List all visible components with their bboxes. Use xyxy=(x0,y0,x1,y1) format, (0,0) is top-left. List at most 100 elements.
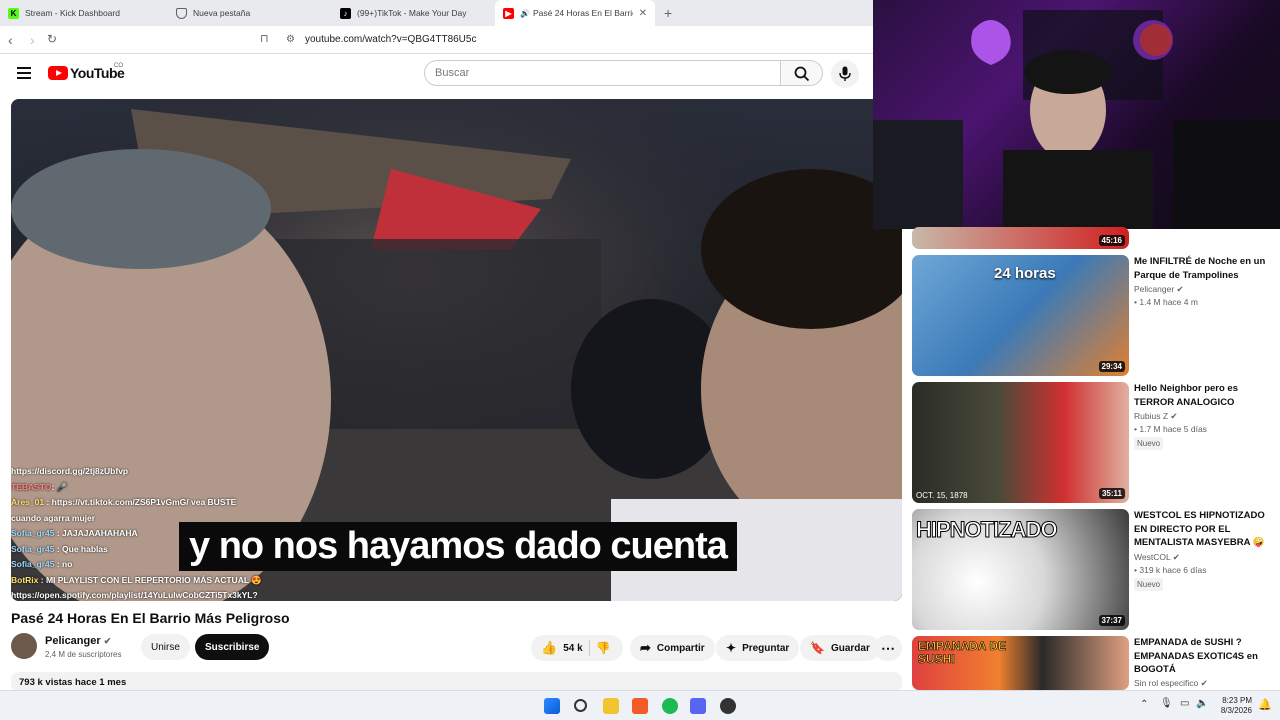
tab-title: Nueva pestaña xyxy=(193,8,251,18)
forward-icon[interactable]: › xyxy=(30,32,35,48)
more-actions-button[interactable]: ⋯ xyxy=(874,635,902,661)
reload-icon[interactable]: ↻ xyxy=(47,32,57,46)
site-info-icon[interactable]: ⚙ xyxy=(286,34,295,45)
related-video[interactable]: HIPNOTIZADO 37:37 WESTCOL ES HIPNOTIZADO… xyxy=(912,509,1274,631)
chevron-up-icon[interactable]: ⌃ xyxy=(1140,699,1148,710)
like-dislike-group: 👍 54 k 👎 xyxy=(531,635,623,661)
new-tab-button[interactable]: + xyxy=(664,5,672,21)
spotify-icon[interactable] xyxy=(662,698,678,714)
thumbnail-text: HIPNOTIZADO xyxy=(916,517,1059,543)
system-clock[interactable]: 8:23 PM 8/3/2026 xyxy=(1210,696,1252,716)
youtube-icon: ▶ xyxy=(503,7,514,19)
subscribe-button[interactable]: Suscribirse xyxy=(195,634,270,660)
like-button[interactable]: 👍 54 k xyxy=(541,640,583,656)
country-code: CO xyxy=(114,63,123,69)
live-icon: • xyxy=(1134,297,1137,307)
microphone-icon xyxy=(839,66,851,81)
search-input[interactable]: Buscar xyxy=(424,60,781,86)
discord-icon[interactable] xyxy=(690,698,706,714)
join-button[interactable]: Unirse xyxy=(141,634,190,660)
chat-line: https://discord.gg/2tj8zUbfvp xyxy=(11,466,129,476)
ask-button[interactable]: ✦ Preguntar xyxy=(716,635,800,661)
related-meta: • 1.4 M hace 4 m xyxy=(1134,297,1198,307)
tab-youtube-active[interactable]: ▶ 🔊 Pasé 24 Horas En El Barrio M ✕ xyxy=(495,0,655,26)
thumbs-down-icon: 👎 xyxy=(595,641,611,655)
back-icon[interactable]: ‹ xyxy=(8,32,13,48)
search-icon[interactable] xyxy=(574,699,587,712)
webcam-scene xyxy=(873,10,1280,229)
related-meta: • 1.7 M hace 5 días xyxy=(1134,424,1207,434)
network-icon[interactable]: ▭ xyxy=(1180,698,1189,709)
related-video[interactable]: 24 horas 29:34 Me INFILTRÉ de Noche en u… xyxy=(912,255,1274,377)
shield-icon xyxy=(176,7,187,19)
live-icon: • xyxy=(1134,565,1137,575)
kick-icon: K xyxy=(8,7,19,19)
microphone-icon[interactable]: 🎙 xyxy=(1160,698,1173,709)
verified-icon: ✔ xyxy=(1172,552,1180,562)
chat-line: Ares_01 : https://vt.tiktok.com/ZS6P1vGm… xyxy=(11,497,237,507)
tiktok-icon: ♪ xyxy=(340,7,351,19)
brave-browser-icon[interactable] xyxy=(632,698,648,714)
tab-kick-dashboard[interactable]: K Stream - Kick Dashboard xyxy=(0,0,165,26)
search-button[interactable] xyxy=(781,60,823,86)
video-thumbnail[interactable]: EMPANADA DE SUSHI xyxy=(912,636,1129,690)
subscriber-count: 2,4 M de suscriptores xyxy=(45,650,122,659)
menu-icon[interactable] xyxy=(17,67,31,79)
tab-title: Pasé 24 Horas En El Barrio M xyxy=(532,8,633,18)
duration-badge: 45:16 xyxy=(1098,235,1125,246)
file-explorer-icon[interactable] xyxy=(603,698,619,714)
clock-time: 8:23 PM xyxy=(1222,696,1252,705)
related-video[interactable]: 45:16 xyxy=(912,227,1274,249)
voice-search-button[interactable] xyxy=(831,60,859,88)
related-title[interactable]: Hello Neighbor pero es TERROR ANALOGICO xyxy=(1134,382,1269,409)
related-video[interactable]: OCT. 15, 1878 35:11 Hello Neighbor pero … xyxy=(912,382,1274,504)
share-label: Compartir xyxy=(656,642,705,654)
ask-label: Preguntar xyxy=(742,642,790,654)
save-button[interactable]: 🔖 Guardar xyxy=(800,635,880,661)
windows-start-icon[interactable] xyxy=(544,698,560,714)
close-icon[interactable]: ✕ xyxy=(639,8,647,19)
video-thumbnail[interactable]: 24 horas 29:34 xyxy=(912,255,1129,376)
search-icon xyxy=(794,66,810,82)
related-channel[interactable]: Rubius Z ✔ xyxy=(1134,411,1178,422)
tab-title: Stream - Kick Dashboard xyxy=(25,8,120,18)
related-channel[interactable]: Pelicanger ✔ xyxy=(1134,284,1184,295)
thumbnail-text: EMPANADA DE SUSHI xyxy=(918,639,1007,666)
dislike-button[interactable]: 👎 xyxy=(596,641,611,655)
related-title[interactable]: Me INFILTRÉ de Noche en un Parque de Tra… xyxy=(1134,255,1269,282)
bookmark-icon[interactable]: ⊓ xyxy=(260,32,269,45)
video-thumbnail[interactable]: HIPNOTIZADO 37:37 xyxy=(912,509,1129,630)
video-caption: y no nos hayamos dado cuenta xyxy=(179,522,737,571)
more-icon: ⋯ xyxy=(881,639,895,656)
related-title[interactable]: EMPANADA de SUSHI ? EMPANADAS EXOTIC4S e… xyxy=(1134,636,1269,677)
tab-new-tab[interactable]: Nueva pestaña xyxy=(168,0,333,26)
new-badge: Nuevo xyxy=(1134,578,1164,591)
verified-icon: ✔ xyxy=(1170,411,1178,421)
chat-line: https://open.spotify.com/playlist/14YuLu… xyxy=(11,590,258,600)
obs-icon[interactable] xyxy=(720,698,736,714)
channel-name[interactable]: Pelicanger ✔ xyxy=(45,635,111,647)
related-meta: • 319 k hace 6 días xyxy=(1134,565,1207,575)
channel-avatar[interactable] xyxy=(11,633,37,659)
notification-icon[interactable]: 🔔 xyxy=(1258,698,1272,711)
share-button[interactable]: ➦ Compartir xyxy=(630,635,715,661)
url-field[interactable]: youtube.com/watch?v=QBG4TT86U5c xyxy=(305,34,476,45)
description-box[interactable]: 793 k vistas hace 1 mes xyxy=(11,672,902,692)
related-channel[interactable]: WestCOL ✔ xyxy=(1134,552,1180,563)
volume-icon[interactable]: 🔈 xyxy=(1196,698,1208,709)
video-thumbnail[interactable]: OCT. 15, 1878 35:11 xyxy=(912,382,1129,503)
tab-title: (99+)TikTok - Make Your Day xyxy=(357,8,467,18)
youtube-logo[interactable]: YouTube xyxy=(48,65,125,81)
windows-taskbar: ⌃ 🎙 ▭ 🔈 8:23 PM 8/3/2026 🔔 xyxy=(0,690,1280,720)
tab-tiktok[interactable]: ♪ (99+)TikTok - Make Your Day xyxy=(332,0,497,26)
related-video[interactable]: EMPANADA DE SUSHI EMPANADA de SUSHI ? EM… xyxy=(912,636,1274,690)
duration-badge: 35:11 xyxy=(1098,488,1125,499)
live-icon: • xyxy=(1134,424,1137,434)
related-title[interactable]: WESTCOL ES HIPNOTIZADO EN DIRECTO POR EL… xyxy=(1134,509,1269,550)
video-thumbnail[interactable]: 45:16 xyxy=(912,227,1129,249)
like-count: 54 k xyxy=(563,642,583,654)
video-player[interactable]: https://discord.gg/2tj8zUbfvp TEBASTO: 🎤… xyxy=(11,99,902,601)
thumbnail-text: 24 horas xyxy=(994,265,1056,282)
related-channel[interactable]: Sin rol especifico ✔ xyxy=(1134,678,1208,689)
video-title: Pasé 24 Horas En El Barrio Más Peligroso xyxy=(11,610,290,626)
